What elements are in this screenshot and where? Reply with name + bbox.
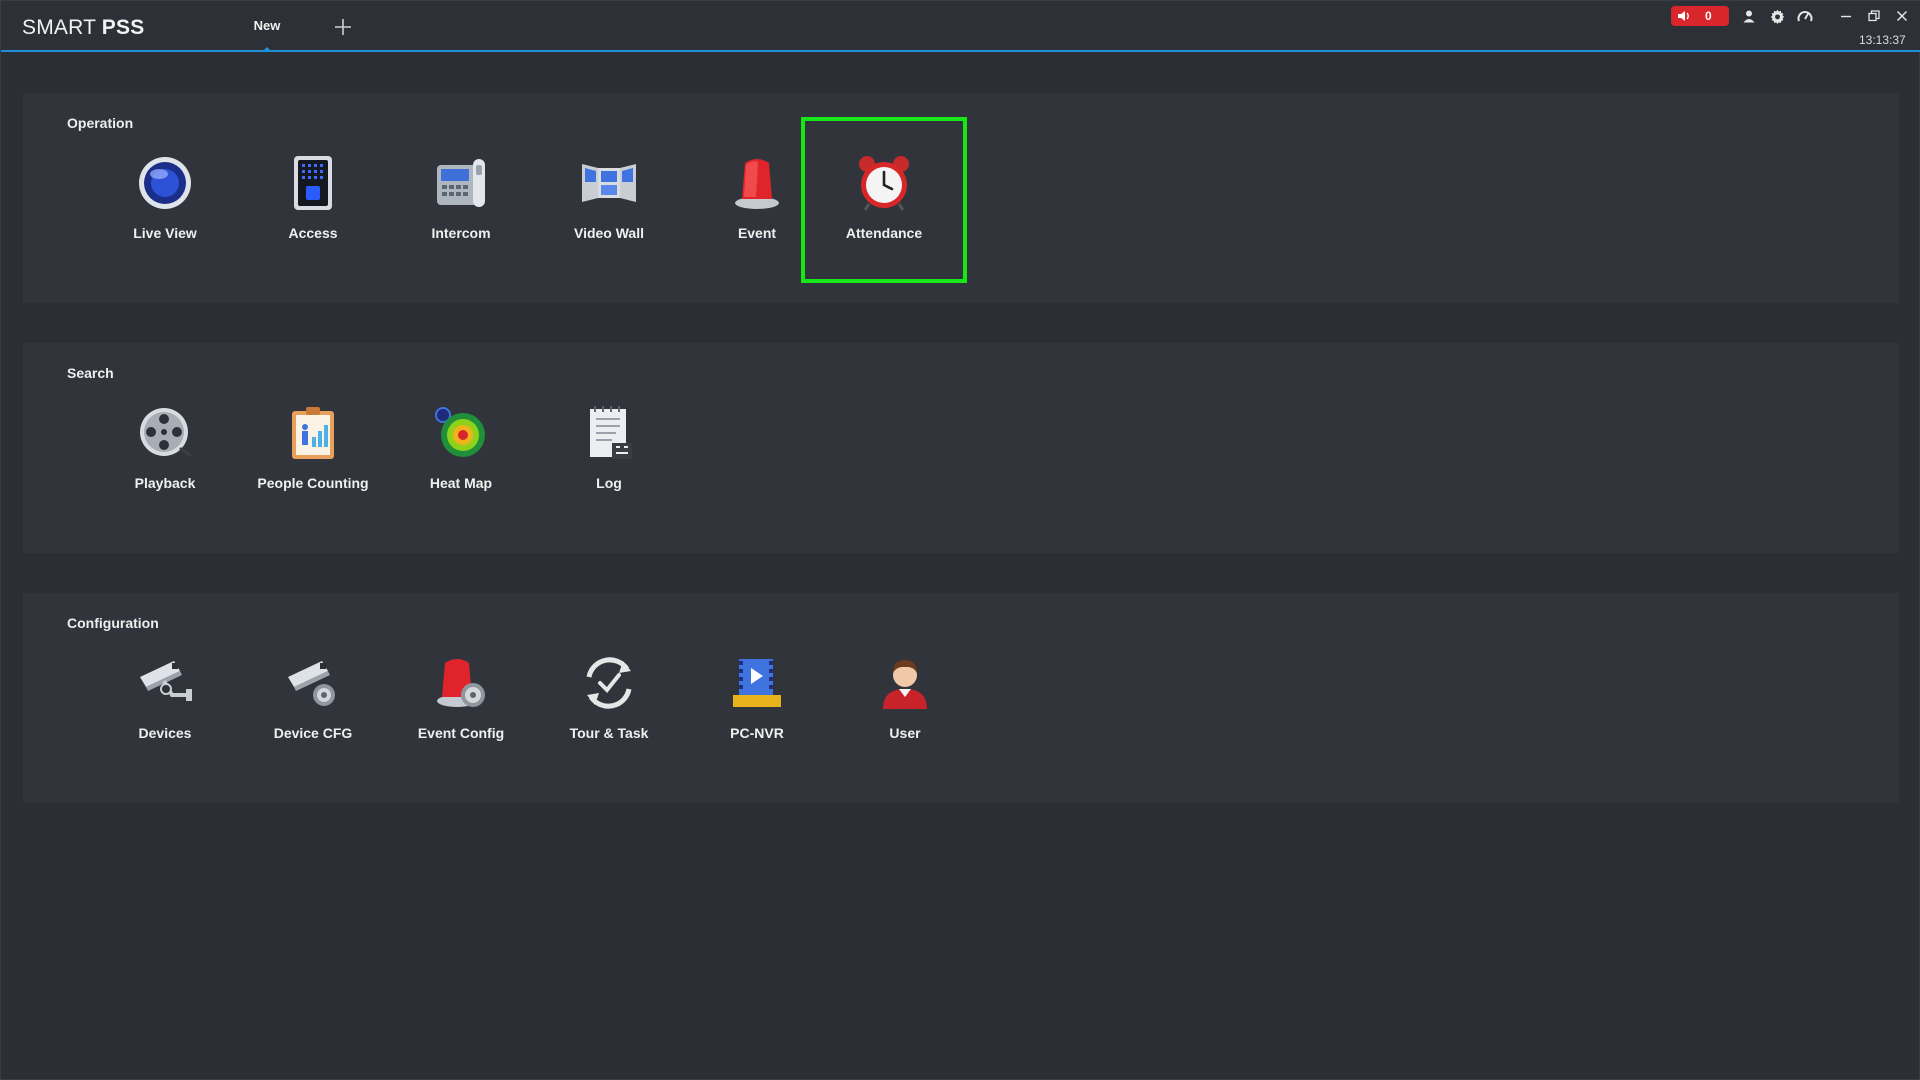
restore-icon bbox=[1868, 10, 1880, 22]
tile-label: Devices bbox=[138, 725, 192, 741]
main-window: SMART PSS New 0 13:13:37 Operation Live … bbox=[0, 0, 1920, 1080]
add-tab-button[interactable] bbox=[331, 15, 355, 39]
event-icon bbox=[727, 153, 787, 213]
brand-bold: PSS bbox=[101, 16, 145, 39]
configuration-section: Configuration Devices Device CFG Event C… bbox=[23, 593, 1899, 803]
section-title: Operation bbox=[67, 115, 134, 131]
title-bar: SMART PSS New 0 13:13:37 bbox=[1, 1, 1920, 52]
user-icon bbox=[875, 653, 935, 713]
playback-icon bbox=[135, 403, 195, 463]
tile-label: Intercom bbox=[431, 225, 491, 241]
minimize-button[interactable] bbox=[1837, 7, 1855, 25]
tile-label: Playback bbox=[134, 475, 196, 491]
close-icon bbox=[1896, 10, 1908, 22]
tile-label: User bbox=[889, 725, 921, 741]
log-button[interactable]: Log bbox=[549, 399, 669, 509]
section-title: Search bbox=[67, 365, 114, 381]
speaker-icon bbox=[1678, 11, 1689, 21]
tile-label: Event bbox=[737, 225, 777, 241]
tour-task-button[interactable]: Tour & Task bbox=[549, 649, 669, 759]
video-wall-icon bbox=[579, 153, 639, 213]
tile-label: Live View bbox=[133, 225, 197, 241]
attendance-button[interactable]: Attendance bbox=[801, 117, 967, 283]
tile-label: Attendance bbox=[845, 225, 923, 241]
settings-button[interactable] bbox=[1768, 7, 1786, 25]
gear-icon bbox=[1770, 9, 1784, 24]
tile-label: Access bbox=[288, 225, 338, 241]
tile-label: Event Config bbox=[417, 725, 505, 741]
user-account-button[interactable] bbox=[1740, 7, 1758, 25]
playback-button[interactable]: Playback bbox=[105, 399, 225, 509]
devices-button[interactable]: Devices bbox=[105, 649, 225, 759]
attendance-icon bbox=[854, 153, 914, 213]
performance-button[interactable] bbox=[1796, 7, 1814, 25]
access-button[interactable]: Access bbox=[253, 149, 373, 259]
section-title: Configuration bbox=[67, 615, 159, 631]
log-icon bbox=[579, 403, 639, 463]
tile-label: Device CFG bbox=[273, 725, 353, 741]
people-counting-icon bbox=[283, 403, 343, 463]
alarm-count: 0 bbox=[1705, 9, 1712, 23]
pc-nvr-button[interactable]: PC-NVR bbox=[697, 649, 817, 759]
restore-button[interactable] bbox=[1865, 7, 1883, 25]
intercom-icon bbox=[431, 153, 491, 213]
device-cfg-button[interactable]: Device CFG bbox=[253, 649, 373, 759]
person-icon bbox=[1743, 10, 1755, 23]
user-button[interactable]: User bbox=[845, 649, 965, 759]
tile-label: PC-NVR bbox=[730, 725, 784, 741]
clock: 13:13:37 bbox=[1859, 33, 1906, 47]
live-view-button[interactable]: Live View bbox=[105, 149, 225, 259]
access-icon bbox=[283, 153, 343, 213]
intercom-button[interactable]: Intercom bbox=[401, 149, 521, 259]
event-button[interactable]: Event bbox=[697, 149, 817, 259]
tour-task-icon bbox=[579, 653, 639, 713]
plus-icon bbox=[335, 19, 351, 35]
live-view-icon bbox=[135, 153, 195, 213]
pc-nvr-icon bbox=[727, 653, 787, 713]
operation-section: Operation Live View Access Intercom Vide… bbox=[23, 93, 1899, 303]
brand-light: SMART bbox=[22, 16, 96, 39]
video-wall-button[interactable]: Video Wall bbox=[549, 149, 669, 259]
heat-map-icon bbox=[431, 403, 491, 463]
tile-label: Heat Map bbox=[429, 475, 493, 491]
minimize-icon bbox=[1841, 15, 1851, 18]
search-section: Search Playback People Counting Heat Map… bbox=[23, 343, 1899, 553]
device-cfg-icon bbox=[283, 653, 343, 713]
people-counting-button[interactable]: People Counting bbox=[253, 399, 373, 509]
speedometer-icon bbox=[1797, 11, 1813, 22]
heat-map-button[interactable]: Heat Map bbox=[401, 399, 521, 509]
tile-label: Video Wall bbox=[573, 225, 644, 241]
devices-icon bbox=[135, 653, 195, 713]
tab-new[interactable]: New bbox=[247, 1, 287, 52]
tile-label: People Counting bbox=[257, 475, 369, 491]
alarm-button[interactable]: 0 bbox=[1671, 6, 1729, 26]
tile-label: Tour & Task bbox=[569, 725, 649, 741]
tile-label: Log bbox=[596, 475, 622, 491]
event-config-button[interactable]: Event Config bbox=[401, 649, 521, 759]
event-config-icon bbox=[431, 653, 491, 713]
app-logo: SMART PSS bbox=[22, 16, 144, 40]
close-button[interactable] bbox=[1893, 7, 1911, 25]
